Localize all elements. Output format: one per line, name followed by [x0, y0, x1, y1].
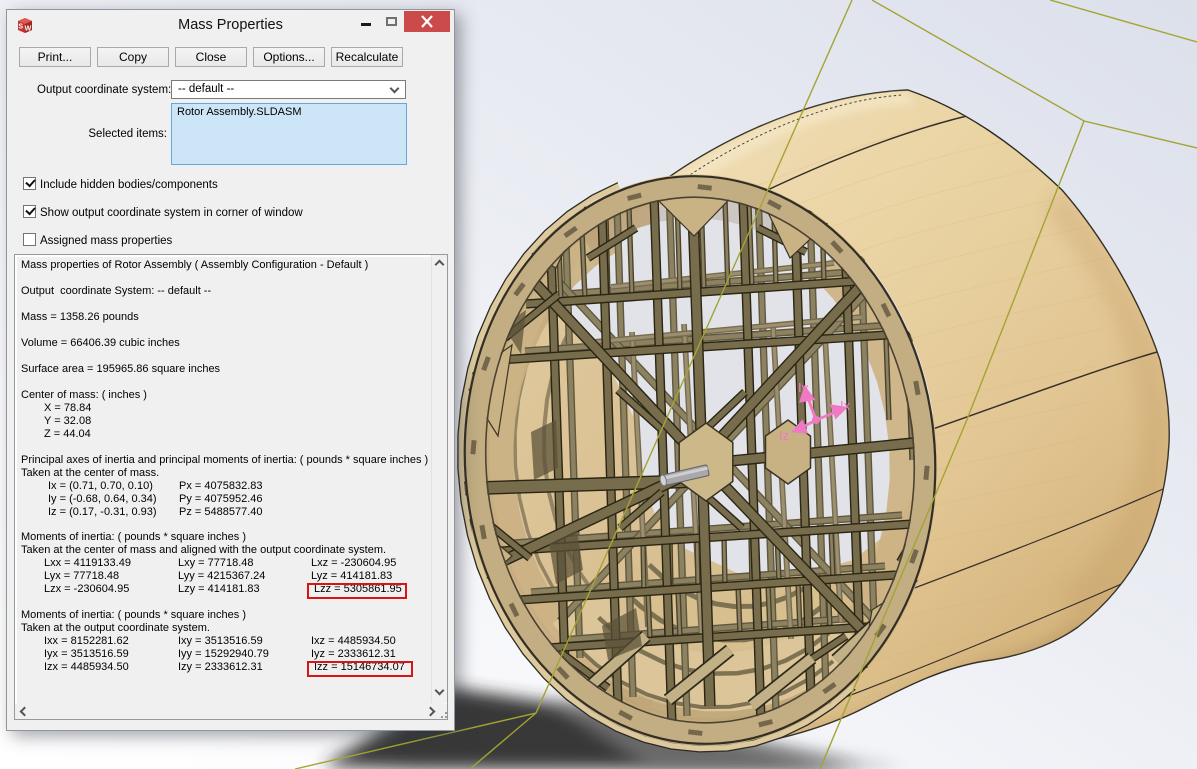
- svg-text:Ix: Ix: [840, 398, 851, 413]
- svg-text:W: W: [25, 26, 32, 33]
- svg-text:Iy: Iy: [798, 380, 809, 395]
- svg-text:Iz: Iz: [779, 428, 789, 443]
- svg-text:S: S: [18, 24, 23, 31]
